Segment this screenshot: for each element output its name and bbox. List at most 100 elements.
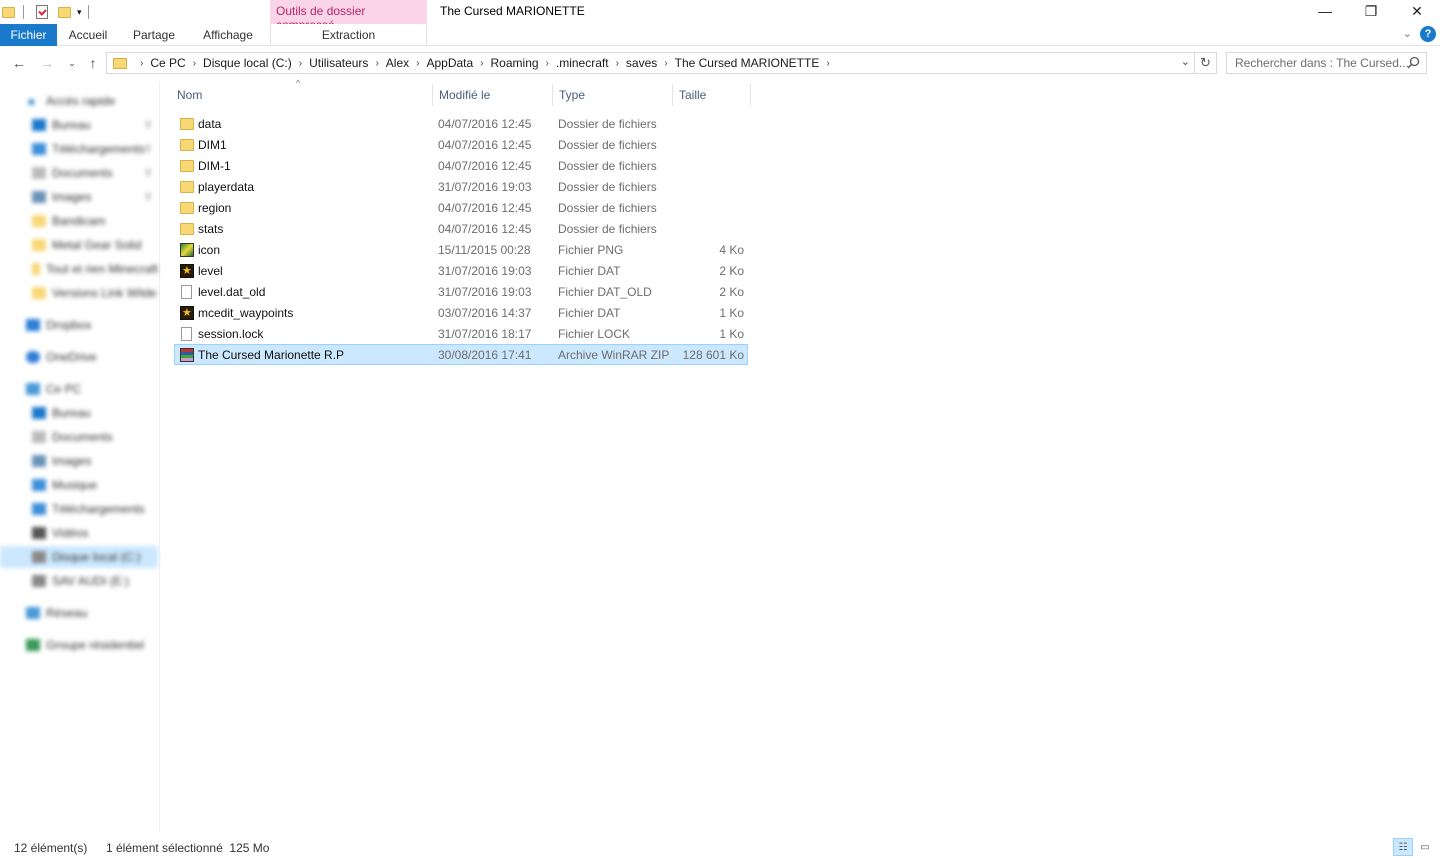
file-row[interactable]: session.lock 31/07/2016 18:17 Fichier LO… [174, 323, 748, 344]
expand-ribbon-icon[interactable]: ⌄ [1403, 27, 1412, 40]
breadcrumb-saves[interactable]: saves [626, 56, 657, 70]
quick-access-toolbar: ▾ [0, 0, 97, 24]
file-type: Fichier DAT_OLD [558, 285, 652, 299]
tab-affichage[interactable]: Affichage [192, 24, 264, 46]
file-row[interactable]: playerdata 31/07/2016 19:03 Dossier de f… [174, 176, 748, 197]
file-type: Dossier de fichiers [558, 222, 657, 236]
help-icon[interactable]: ? [1420, 26, 1436, 42]
folder-icon [180, 160, 194, 172]
file-row-selected[interactable]: The Cursed Marionette R.P 30/08/2016 17:… [174, 344, 748, 365]
breadcrumb-alex[interactable]: Alex [386, 56, 409, 70]
pin-icon: ⚲ [144, 119, 152, 131]
sidebar-item-drive-e[interactable]: SAV AUDI (E:) [0, 570, 158, 592]
file-row[interactable]: mcedit_waypoints 03/07/2016 14:37 Fichie… [174, 302, 748, 323]
sidebar-item-local-disk-c[interactable]: Disque local (C:) [0, 546, 158, 568]
computer-icon [26, 383, 40, 395]
column-header-name[interactable]: Nom [171, 84, 432, 106]
customize-toolbar-icon[interactable]: ▾ [77, 7, 82, 18]
breadcrumb-current-folder[interactable]: The Cursed MARIONETTE [675, 56, 820, 70]
pin-icon: ⚲ [144, 191, 152, 203]
refresh-icon[interactable]: ↻ [1194, 53, 1216, 73]
sidebar-item-downloads[interactable]: Téléchargements ⚲ [0, 138, 158, 160]
chevron-right-icon[interactable]: › [299, 58, 302, 69]
window-title: The Cursed MARIONETTE [440, 4, 585, 18]
chevron-right-icon[interactable]: › [193, 58, 196, 69]
close-button[interactable]: ✕ [1394, 0, 1440, 22]
breadcrumb-minecraft[interactable]: .minecraft [556, 56, 609, 70]
sidebar-item-music[interactable]: Musique [0, 474, 158, 496]
new-folder-icon[interactable] [58, 6, 71, 18]
desktop-icon [32, 119, 46, 131]
folder-icon [180, 118, 194, 130]
sidebar-item-metal-gear-solid[interactable]: Metal Gear Solid [0, 234, 158, 256]
column-header-modified[interactable]: Modifié le [432, 84, 552, 106]
sidebar-item-homegroup[interactable]: Groupe résidentiel [0, 634, 158, 656]
sidebar-item-versions[interactable]: Versions Link Wilde [0, 282, 158, 304]
file-name: stats [198, 222, 224, 236]
folder-icon [2, 6, 15, 18]
tab-fichier[interactable]: Fichier [0, 24, 57, 46]
column-header-type[interactable]: Type [552, 84, 672, 106]
forward-arrow-icon[interactable]: → [37, 53, 57, 73]
details-view-icon[interactable]: ☷ [1393, 838, 1413, 856]
file-row[interactable]: region 04/07/2016 12:45 Dossier de fichi… [174, 197, 748, 218]
back-arrow-icon[interactable]: ← [9, 53, 29, 73]
file-row[interactable]: data 04/07/2016 12:45 Dossier de fichier… [174, 113, 748, 134]
maximize-button[interactable]: ❐ [1348, 0, 1394, 22]
images-icon [32, 191, 46, 203]
search-input[interactable]: Rechercher dans : The Cursed... [1226, 52, 1427, 74]
file-row[interactable]: level.dat_old 31/07/2016 19:03 Fichier D… [174, 281, 748, 302]
sidebar-item-this-pc[interactable]: Ce PC [0, 378, 158, 400]
chevron-right-icon[interactable]: › [616, 58, 619, 69]
file-name: icon [198, 243, 221, 257]
sidebar-item-pc-downloads[interactable]: Téléchargements [0, 498, 158, 520]
download-icon [32, 143, 46, 155]
sidebar-item-pc-desktop[interactable]: Bureau [0, 402, 158, 424]
sidebar-item-dropbox[interactable]: Dropbox [0, 314, 158, 336]
sidebar-item-quick-access[interactable]: ★ Accès rapide [0, 90, 158, 112]
chevron-right-icon[interactable]: › [140, 58, 143, 69]
address-history-chevron-down-icon[interactable]: ⌄ [1181, 55, 1190, 68]
sidebar-item-documents[interactable]: Documents ⚲ [0, 162, 158, 184]
chevron-right-icon[interactable]: › [546, 58, 549, 69]
large-icons-view-icon[interactable]: ▭ [1415, 838, 1435, 856]
sidebar-item-minecraft-folder[interactable]: Tout et rien Minecraft [0, 258, 158, 280]
sidebar-item-onedrive[interactable]: OneDrive [0, 346, 158, 368]
file-row[interactable]: icon 15/11/2015 00:28 Fichier PNG 4 Ko [174, 239, 748, 260]
file-row[interactable]: DIM-1 04/07/2016 12:45 Dossier de fichie… [174, 155, 748, 176]
chevron-right-icon[interactable]: › [416, 58, 419, 69]
video-icon [32, 527, 46, 539]
tab-accueil[interactable]: Accueil [58, 24, 118, 46]
sidebar-item-pc-images[interactable]: Images [0, 450, 158, 472]
file-row[interactable]: DIM1 04/07/2016 12:45 Dossier de fichier… [174, 134, 748, 155]
chevron-right-icon[interactable]: › [375, 58, 378, 69]
title-bar: ▾ Outils de dossier compressé The Cursed… [0, 0, 1440, 32]
status-bar: 12 élément(s) 1 élément sélectionné 125 … [0, 838, 1440, 858]
sidebar-item-pc-documents[interactable]: Documents [0, 426, 158, 448]
tab-extraction[interactable]: Extraction [270, 24, 427, 46]
sidebar-item-bandicam[interactable]: Bandicam [0, 210, 158, 232]
address-bar[interactable]: › Ce PC › Disque local (C:) › Utilisateu… [106, 52, 1217, 74]
sidebar-item-desktop[interactable]: Bureau ⚲ [0, 114, 158, 136]
file-type: Dossier de fichiers [558, 138, 657, 152]
breadcrumb-appdata[interactable]: AppData [426, 56, 473, 70]
properties-icon[interactable] [36, 5, 48, 19]
breadcrumb-disque-local[interactable]: Disque local (C:) [203, 56, 292, 70]
file-row[interactable]: level 31/07/2016 19:03 Fichier DAT 2 Ko [174, 260, 748, 281]
search-icon[interactable] [1407, 56, 1420, 69]
file-row[interactable]: stats 04/07/2016 12:45 Dossier de fichie… [174, 218, 748, 239]
column-header-size[interactable]: Taille [672, 84, 751, 106]
sidebar-item-network[interactable]: Réseau [0, 602, 158, 624]
up-arrow-icon[interactable]: ↑ [83, 53, 103, 73]
sidebar-item-images[interactable]: Images ⚲ [0, 186, 158, 208]
tab-partage[interactable]: Partage [124, 24, 184, 46]
sidebar-item-videos[interactable]: Vidéos [0, 522, 158, 544]
recent-locations-icon[interactable]: ⌄ [62, 53, 82, 73]
minimize-button[interactable]: — [1302, 0, 1348, 22]
breadcrumb-ce-pc[interactable]: Ce PC [150, 56, 185, 70]
chevron-right-icon[interactable]: › [480, 58, 483, 69]
breadcrumb-utilisateurs[interactable]: Utilisateurs [309, 56, 368, 70]
breadcrumb-roaming[interactable]: Roaming [491, 56, 539, 70]
chevron-right-icon[interactable]: › [664, 58, 667, 69]
chevron-right-icon[interactable]: › [826, 58, 829, 69]
